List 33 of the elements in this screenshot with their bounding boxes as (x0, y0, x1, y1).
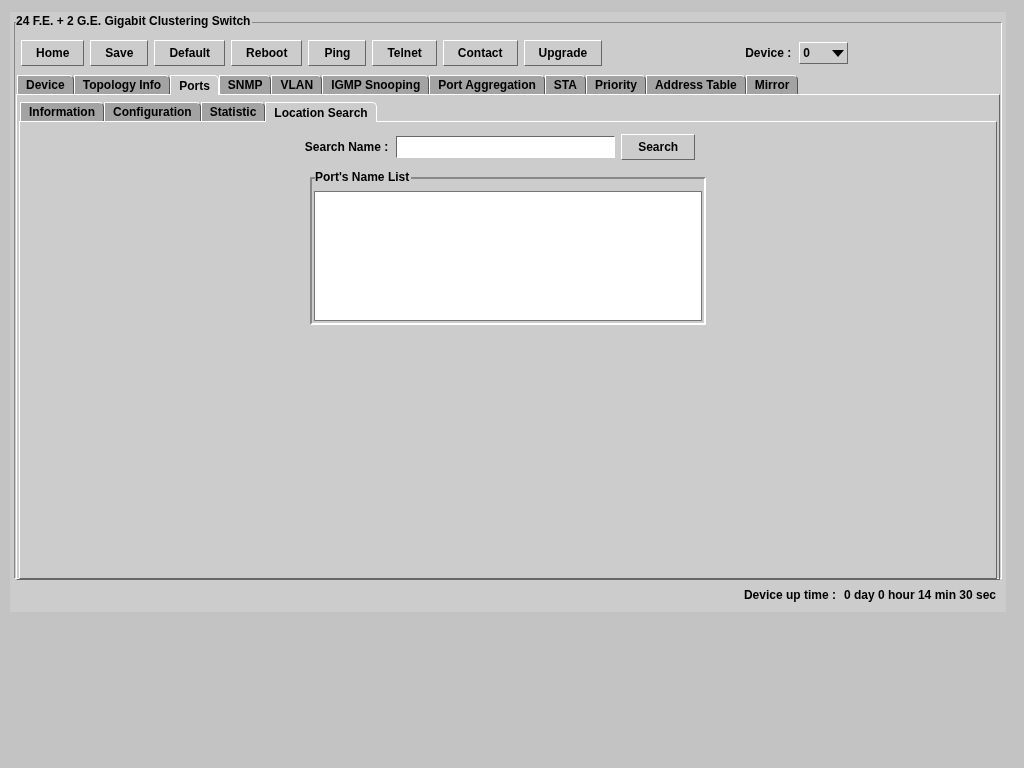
search-name-field[interactable] (396, 136, 616, 158)
uptime-value: 0 day 0 hour 14 min 30 sec (843, 587, 996, 604)
tab[interactable]: Mirror (745, 75, 799, 94)
toolbar-button[interactable]: Reboot (231, 40, 303, 66)
uptime-label: Device up time : (743, 587, 836, 604)
group-title: 24 F.E. + 2 G.E. Gigabit Clustering Switch (16, 15, 253, 27)
toolbar-button[interactable]: Contact (442, 40, 518, 66)
tab[interactable]: Information (20, 102, 104, 121)
tab[interactable]: Location Search (265, 102, 377, 122)
tab[interactable]: Topology Info (73, 75, 171, 94)
toolbar-button[interactable]: Default (154, 40, 226, 66)
tab[interactable]: STA (544, 75, 586, 94)
toolbar-button[interactable]: Telnet (372, 40, 437, 66)
toolbar-button[interactable]: Save (90, 40, 149, 66)
search-name-label: Search Name : (304, 139, 389, 156)
tab[interactable]: SNMP (218, 75, 272, 94)
tab[interactable]: Port Aggregation (429, 75, 545, 94)
tab[interactable]: Address Table (645, 75, 746, 94)
tab[interactable]: Configuration (104, 102, 201, 121)
tab[interactable]: Ports (170, 75, 219, 95)
tab[interactable]: IGMP Snooping (322, 75, 430, 94)
tab[interactable]: VLAN (271, 75, 323, 94)
tab[interactable]: Priority (585, 75, 646, 94)
tab[interactable]: Device (17, 75, 74, 94)
dropdown-arrow-icon (832, 49, 845, 57)
toolbar-button[interactable]: Ping (308, 40, 367, 66)
device-dropdown[interactable]: 0 (799, 42, 849, 64)
tab[interactable]: Statistic (200, 102, 266, 121)
toolbar-button[interactable]: Upgrade (523, 40, 603, 66)
search-button[interactable]: Search (621, 134, 696, 160)
device-label: Device : (745, 45, 792, 62)
port-name-list-title: Port's Name List (315, 171, 412, 183)
toolbar-button[interactable]: Home (21, 40, 85, 66)
